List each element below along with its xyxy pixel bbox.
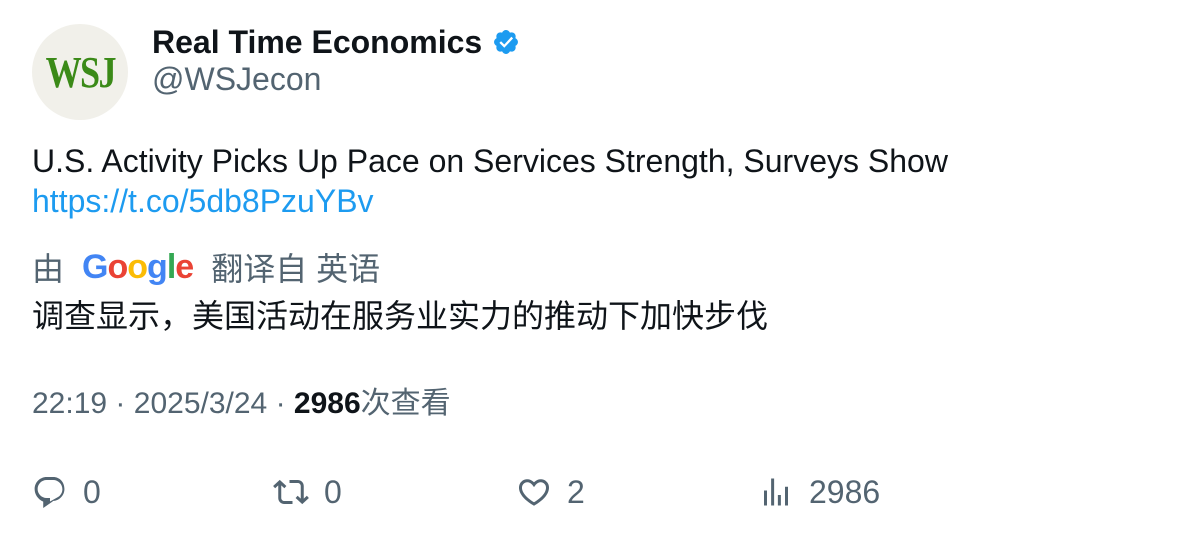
- translation-prefix: 由: [32, 251, 65, 287]
- views-count: 2986: [293, 387, 361, 420]
- verified-badge-icon: [494, 30, 519, 54]
- heart-icon: [518, 479, 550, 506]
- reply-icon: [34, 477, 65, 508]
- avatar-logo-text: WSJ: [45, 47, 116, 97]
- reply-count: 0: [83, 473, 101, 510]
- like-count: 2: [567, 473, 585, 510]
- meta-separator: ·: [275, 387, 286, 420]
- tweet-body: U.S. Activity Picks Up Pace on Services …: [32, 141, 948, 221]
- avatar[interactable]: WSJ: [32, 24, 128, 120]
- author-display-name[interactable]: Real Time Economics: [152, 24, 482, 61]
- translated-text: 调查显示，美国活动在服务业实力的推动下加快步伐: [32, 298, 769, 334]
- views-button[interactable]: 2986: [758, 470, 880, 514]
- views-label: 次查看: [360, 387, 451, 420]
- tweet-text: U.S. Activity Picks Up Pace on Services …: [32, 143, 948, 179]
- retweet-button[interactable]: 0: [273, 470, 342, 514]
- translation-suffix: 翻译自 英语: [211, 251, 381, 287]
- views-action-count: 2986: [809, 473, 881, 510]
- tweet-link[interactable]: https://t.co/5db8PzuYBv: [32, 181, 948, 221]
- tweet-meta: 22:19 · 2025/3/24 · 2986次查看: [32, 383, 451, 425]
- reply-button[interactable]: 0: [32, 470, 101, 514]
- google-logo[interactable]: Google: [82, 248, 194, 287]
- tweet-date[interactable]: 2025/3/24: [134, 387, 267, 420]
- translation-attribution: 由 Google 翻译自 英语: [32, 246, 380, 288]
- tweet-time[interactable]: 22:19: [32, 387, 107, 420]
- analytics-icon: [764, 478, 788, 506]
- author-name-row: Real Time Economics: [152, 22, 520, 62]
- meta-separator: ·: [115, 387, 126, 420]
- like-button[interactable]: 2: [516, 470, 585, 514]
- retweet-count: 0: [324, 473, 342, 510]
- author-handle[interactable]: @WSJecon: [152, 61, 321, 98]
- retweet-icon: [273, 479, 309, 505]
